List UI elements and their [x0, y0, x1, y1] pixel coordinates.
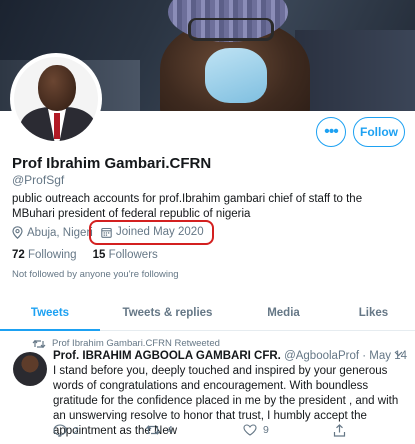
follow-button[interactable]: Follow — [353, 117, 405, 147]
like-button[interactable]: 9 — [243, 424, 269, 436]
tweet-author[interactable]: Prof. IBRAHIM AGBOOLA GAMBARI CFR. @Agbo… — [53, 350, 407, 362]
reply-button[interactable]: 2 — [53, 424, 79, 437]
banner-face-mask — [205, 48, 267, 103]
profile-name: Prof Ibrahim Gambari.CFRN — [12, 155, 212, 172]
retweet-button[interactable]: 4 — [145, 424, 173, 436]
tab-media[interactable]: Media — [235, 296, 332, 330]
following-link[interactable]: 72 Following — [12, 249, 77, 261]
reply-icon — [53, 424, 67, 437]
follow-button-label: Follow — [360, 125, 398, 139]
tab-tweets-replies[interactable]: Tweets & replies — [100, 296, 235, 330]
profile-avatar[interactable] — [10, 53, 102, 145]
heart-icon — [243, 424, 257, 436]
profile-location: Abuja, Nigeri — [12, 226, 93, 239]
banner-glasses — [188, 18, 274, 41]
banner-suit-right — [295, 30, 415, 111]
followers-link[interactable]: 15 Followers — [93, 249, 158, 261]
like-count: 9 — [263, 424, 269, 436]
following-count: 72 — [12, 249, 25, 261]
avatar-tie — [54, 113, 60, 139]
retweet-context-text: Prof Ibrahim Gambari.CFRN Retweeted — [52, 338, 220, 349]
not-followed-notice: Not followed by anyone you're following — [12, 269, 179, 280]
reply-count: 2 — [73, 424, 79, 437]
tab-likes[interactable]: Likes — [332, 296, 415, 330]
profile-tabs: Tweets Tweets & replies Media Likes — [0, 296, 415, 331]
retweet-context[interactable]: Prof Ibrahim Gambari.CFRN Retweeted — [32, 338, 220, 349]
followers-count: 15 — [92, 249, 106, 261]
tweet-author-avatar[interactable] — [13, 352, 47, 386]
more-options-icon: ••• — [324, 123, 339, 140]
retweet-count: 4 — [167, 424, 173, 436]
profile-location-text: Abuja, Nigeri — [27, 226, 93, 239]
tweet-text: I stand before you, deeply touched and i… — [53, 365, 399, 437]
tweet-author-name: Prof. IBRAHIM AGBOOLA GAMBARI CFR. — [53, 350, 281, 362]
avatar-photo — [14, 57, 98, 141]
share-icon — [333, 424, 346, 437]
profile-bio: public outreach accounts for prof.Ibrahi… — [12, 193, 363, 220]
retweet-icon — [32, 339, 46, 348]
retweet-icon — [145, 425, 161, 435]
profile-counts: 72 Following 15 Followers — [12, 249, 158, 261]
chevron-down-icon[interactable] — [394, 349, 403, 360]
avatar-head — [38, 65, 76, 111]
followers-label: Followers — [108, 249, 158, 261]
following-label: Following — [28, 249, 77, 261]
tweet-author-handle: @AgboolaProf — [284, 350, 360, 362]
share-button[interactable] — [333, 424, 352, 437]
highlight-annotation-box — [89, 220, 214, 245]
profile-handle: @ProfSgf — [12, 173, 65, 187]
more-options-button[interactable]: ••• — [316, 117, 346, 147]
tab-tweets[interactable]: Tweets — [0, 296, 100, 331]
location-pin-icon — [12, 226, 23, 239]
